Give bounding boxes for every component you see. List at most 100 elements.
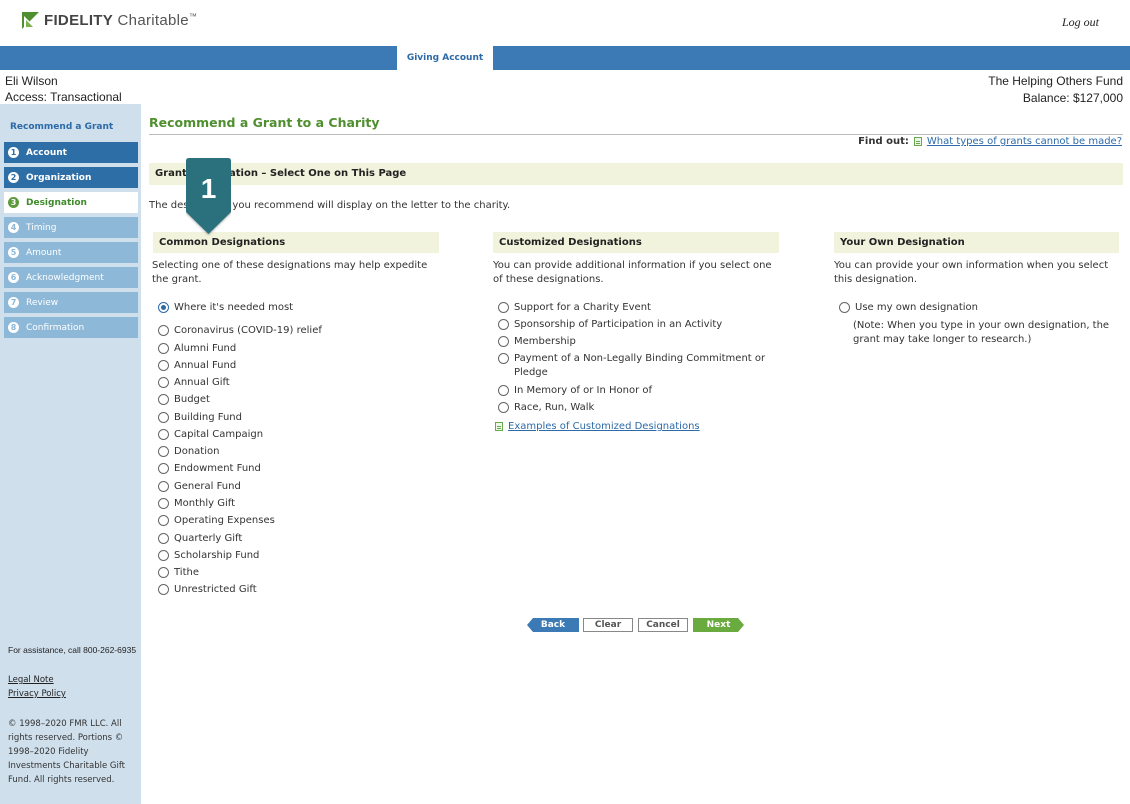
- step-account[interactable]: 1 Account: [4, 142, 138, 163]
- radio-option-common[interactable]: Quarterly Gift: [158, 532, 242, 546]
- radio-button[interactable]: [158, 498, 169, 509]
- radio-option-own[interactable]: Use my own designation: [839, 301, 978, 315]
- radio-option-common[interactable]: Alumni Fund: [158, 342, 236, 356]
- option-label: In Memory of or In Honor of: [514, 385, 653, 396]
- radio-button[interactable]: [158, 429, 169, 440]
- step-organization[interactable]: 2 Organization: [4, 167, 138, 188]
- step-label: Account: [26, 147, 67, 158]
- step-number: 3: [8, 197, 19, 208]
- step-label: Review: [26, 297, 59, 308]
- radio-button[interactable]: [498, 336, 509, 347]
- radio-option-common[interactable]: Tithe: [158, 566, 199, 580]
- own-designation-note: (Note: When you type in your own designa…: [853, 320, 1110, 345]
- legal-note-link[interactable]: Legal Note: [8, 675, 54, 685]
- radio-button[interactable]: [498, 353, 509, 364]
- option-label: Donation: [174, 446, 220, 457]
- radio-button[interactable]: [158, 302, 169, 313]
- cancel-button[interactable]: Cancel: [638, 618, 688, 632]
- radio-button[interactable]: [498, 319, 509, 330]
- find-out: Find out: What types of grants cannot be…: [858, 136, 1122, 147]
- radio-option-common[interactable]: Coronavirus (COVID-19) relief: [158, 324, 322, 338]
- radio-button[interactable]: [839, 302, 850, 313]
- copyright-text: © 1998–2020 FMR LLC. All rights reserved…: [8, 719, 126, 785]
- radio-button[interactable]: [158, 343, 169, 354]
- radio-option-customized[interactable]: Membership: [498, 335, 576, 349]
- option-label: Monthly Gift: [174, 498, 236, 509]
- radio-option-common[interactable]: Building Fund: [158, 411, 242, 425]
- option-label: Race, Run, Walk: [514, 402, 595, 413]
- next-button[interactable]: Next: [693, 618, 744, 632]
- option-label: Alumni Fund: [174, 343, 237, 354]
- option-label: Quarterly Gift: [174, 533, 243, 544]
- privacy-policy-link[interactable]: Privacy Policy: [8, 689, 66, 699]
- radio-option-common[interactable]: Annual Gift: [158, 376, 230, 390]
- radio-button[interactable]: [158, 394, 169, 405]
- radio-button[interactable]: [498, 385, 509, 396]
- radio-button[interactable]: [158, 377, 169, 388]
- radio-option-customized[interactable]: Sponsorship of Participation in an Activ…: [498, 318, 722, 332]
- user-name: Eli Wilson: [5, 74, 58, 88]
- radio-button[interactable]: [158, 446, 169, 457]
- radio-button[interactable]: [498, 402, 509, 413]
- option-label: Endowment Fund: [174, 463, 261, 474]
- radio-option-customized[interactable]: Payment of a Non-Legally Binding Commitm…: [498, 352, 768, 380]
- option-label: Where it's needed most: [174, 302, 294, 313]
- radio-option-common[interactable]: Donation: [158, 445, 219, 459]
- nav-band: [0, 46, 1130, 70]
- radio-option-common[interactable]: Scholarship Fund: [158, 549, 259, 563]
- brand-rest: Charitable: [113, 12, 189, 29]
- radio-button[interactable]: [158, 567, 169, 578]
- title-divider: [149, 134, 1123, 135]
- radio-button[interactable]: [158, 515, 169, 526]
- page-title: Recommend a Grant to a Charity: [149, 115, 380, 130]
- radio-button[interactable]: [158, 550, 169, 561]
- radio-button[interactable]: [158, 360, 169, 371]
- customized-designations-description: You can provide additional information i…: [493, 260, 772, 285]
- radio-option-common[interactable]: Capital Campaign: [158, 428, 263, 442]
- step-label: Organization: [26, 172, 92, 183]
- common-designations-description: Selecting one of these designations may …: [152, 260, 428, 285]
- radio-button[interactable]: [158, 481, 169, 492]
- radio-button[interactable]: [158, 584, 169, 595]
- option-label: Operating Expenses: [174, 515, 275, 526]
- logout-link[interactable]: Log out: [1062, 15, 1099, 30]
- grant-restrictions-link[interactable]: What types of grants cannot be made?: [927, 136, 1122, 147]
- top-bar: FIDELITY Charitable™ Log out: [0, 0, 1130, 46]
- document-icon: [495, 422, 503, 431]
- find-out-label: Find out:: [858, 136, 909, 147]
- option-label: Payment of a Non-Legally Binding Commitm…: [514, 353, 766, 378]
- back-button[interactable]: Back: [527, 618, 579, 632]
- radio-option-common[interactable]: Monthly Gift: [158, 497, 235, 511]
- radio-option-customized[interactable]: Support for a Charity Event: [498, 301, 651, 315]
- tab-giving-account[interactable]: Giving Account: [397, 46, 493, 70]
- radio-option-customized[interactable]: Race, Run, Walk: [498, 401, 594, 415]
- option-label: Coronavirus (COVID-19) relief: [174, 325, 322, 336]
- radio-button[interactable]: [158, 325, 169, 336]
- option-label: Use my own designation: [855, 302, 978, 313]
- clear-button[interactable]: Clear: [583, 618, 633, 632]
- fidelity-charitable-logo[interactable]: FIDELITY Charitable™: [22, 12, 197, 29]
- radio-option-common[interactable]: General Fund: [158, 480, 241, 494]
- radio-option-common[interactable]: Budget: [158, 393, 210, 407]
- step-number: 7: [8, 297, 19, 308]
- step-amount: 5 Amount: [4, 242, 138, 263]
- step-number: 1: [8, 147, 19, 158]
- radio-option-common[interactable]: Endowment Fund: [158, 462, 261, 476]
- option-label: Tithe: [174, 567, 199, 578]
- radio-option-common[interactable]: Where it's needed most: [158, 301, 293, 315]
- radio-option-common[interactable]: Unrestricted Gift: [158, 583, 257, 597]
- radio-option-customized[interactable]: In Memory of or In Honor of: [498, 384, 652, 398]
- radio-button[interactable]: [158, 533, 169, 544]
- radio-button[interactable]: [158, 412, 169, 423]
- step-designation[interactable]: 3 Designation: [4, 192, 138, 213]
- assistance-phone: For assistance, call 800-262-6935: [8, 645, 137, 655]
- option-label: Building Fund: [174, 412, 242, 423]
- option-label: Annual Fund: [174, 360, 237, 371]
- radio-option-common[interactable]: Annual Fund: [158, 359, 236, 373]
- customized-examples-link[interactable]: Examples of Customized Designations: [508, 420, 700, 434]
- radio-option-common[interactable]: Operating Expenses: [158, 514, 275, 528]
- own-designation-heading: Your Own Designation: [834, 232, 1119, 253]
- radio-button[interactable]: [498, 302, 509, 313]
- step-list: 1 Account 2 Organization 3 Designation 4 Tim…: [4, 142, 138, 342]
- radio-button[interactable]: [158, 463, 169, 474]
